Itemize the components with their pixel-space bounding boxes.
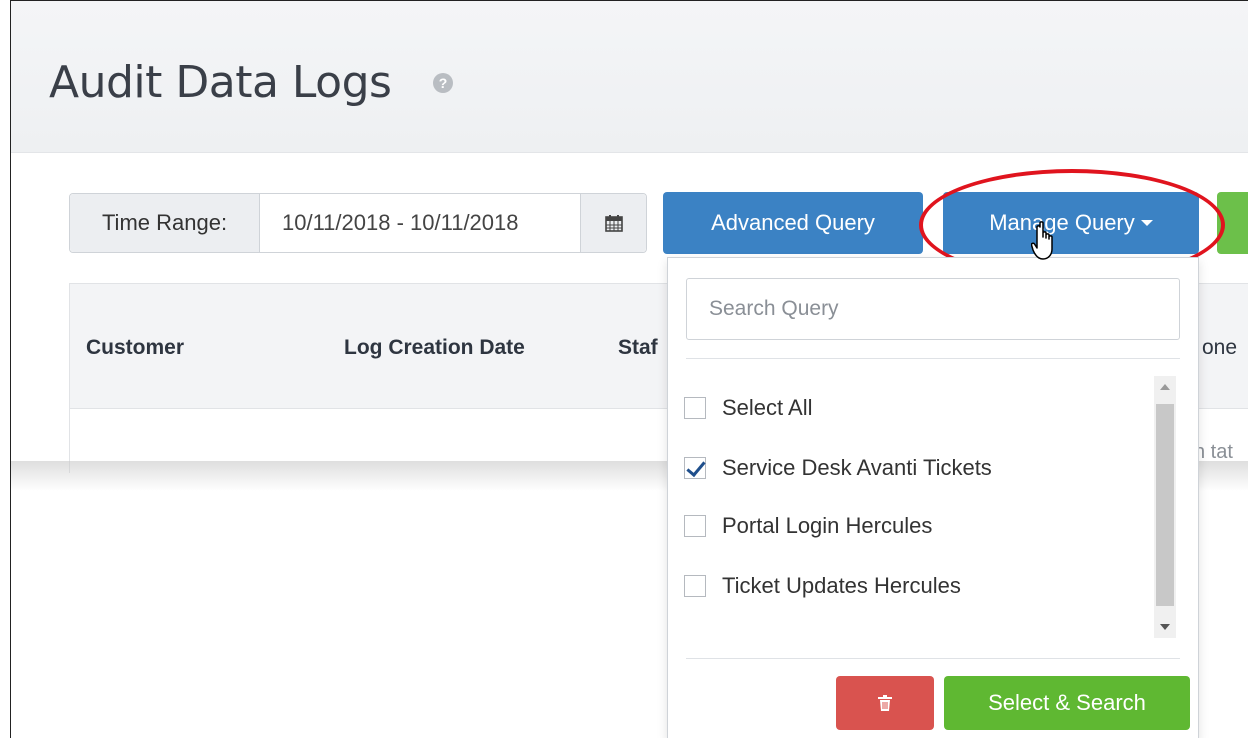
divider [686,358,1180,359]
hand-cursor-icon [1031,221,1053,260]
calendar-icon [604,215,623,232]
advanced-query-button[interactable]: Advanced Query [663,192,923,254]
list-scrollbar[interactable] [1154,376,1176,638]
search-query-input[interactable] [686,278,1180,340]
list-item-label: Portal Login Hercules [722,513,933,538]
check-icon[interactable] [684,457,706,479]
checkbox[interactable] [684,575,706,597]
list-item-ticket-updates-hercules[interactable]: Ticket Updates Hercules [684,566,961,606]
list-item-service-desk-avanti-tickets[interactable]: Service Desk Avanti Tickets [684,448,992,488]
column-header-staff[interactable]: Staf [618,336,658,360]
time-range-input[interactable]: 10/11/2018 - 10/11/2018 [260,194,580,252]
list-item-label: Select All [722,395,813,420]
column-header-log-creation-date[interactable]: Log Creation Date [344,336,525,360]
advanced-query-label: Advanced Query [711,210,875,235]
checkbox[interactable] [684,515,706,537]
manage-query-dropdown: Select All Service Desk Avanti Tickets P… [667,257,1199,738]
scrollbar-thumb[interactable] [1156,404,1174,606]
scroll-down-arrow-icon[interactable] [1154,616,1176,638]
app-frame: Audit Data Logs ? Time Range: 10/11/2018… [10,0,1248,738]
calendar-button[interactable] [580,194,646,252]
delete-query-button[interactable] [836,676,934,730]
time-range-group: Time Range: 10/11/2018 - 10/11/2018 [69,193,647,253]
list-item-label: Ticket Updates Hercules [722,573,961,598]
column-header-customer[interactable]: Customer [86,336,184,360]
time-range-label: Time Range: [70,194,260,252]
list-item-portal-login-hercules[interactable]: Portal Login Hercules [684,506,932,546]
list-item-select-all[interactable]: Select All [684,388,813,428]
checkbox[interactable] [684,397,706,419]
select-and-search-label: Select & Search [988,690,1146,715]
page-title: Audit Data Logs [49,57,392,108]
column-header-component[interactable]: one [1202,336,1237,360]
scroll-up-arrow-icon[interactable] [1154,376,1176,398]
divider [686,658,1180,659]
select-and-search-button[interactable]: Select & Search [944,676,1190,730]
help-icon[interactable]: ? [433,73,453,93]
trash-icon [878,695,892,711]
list-item-label: Service Desk Avanti Tickets [722,455,992,480]
page-header: Audit Data Logs ? [11,1,1248,153]
